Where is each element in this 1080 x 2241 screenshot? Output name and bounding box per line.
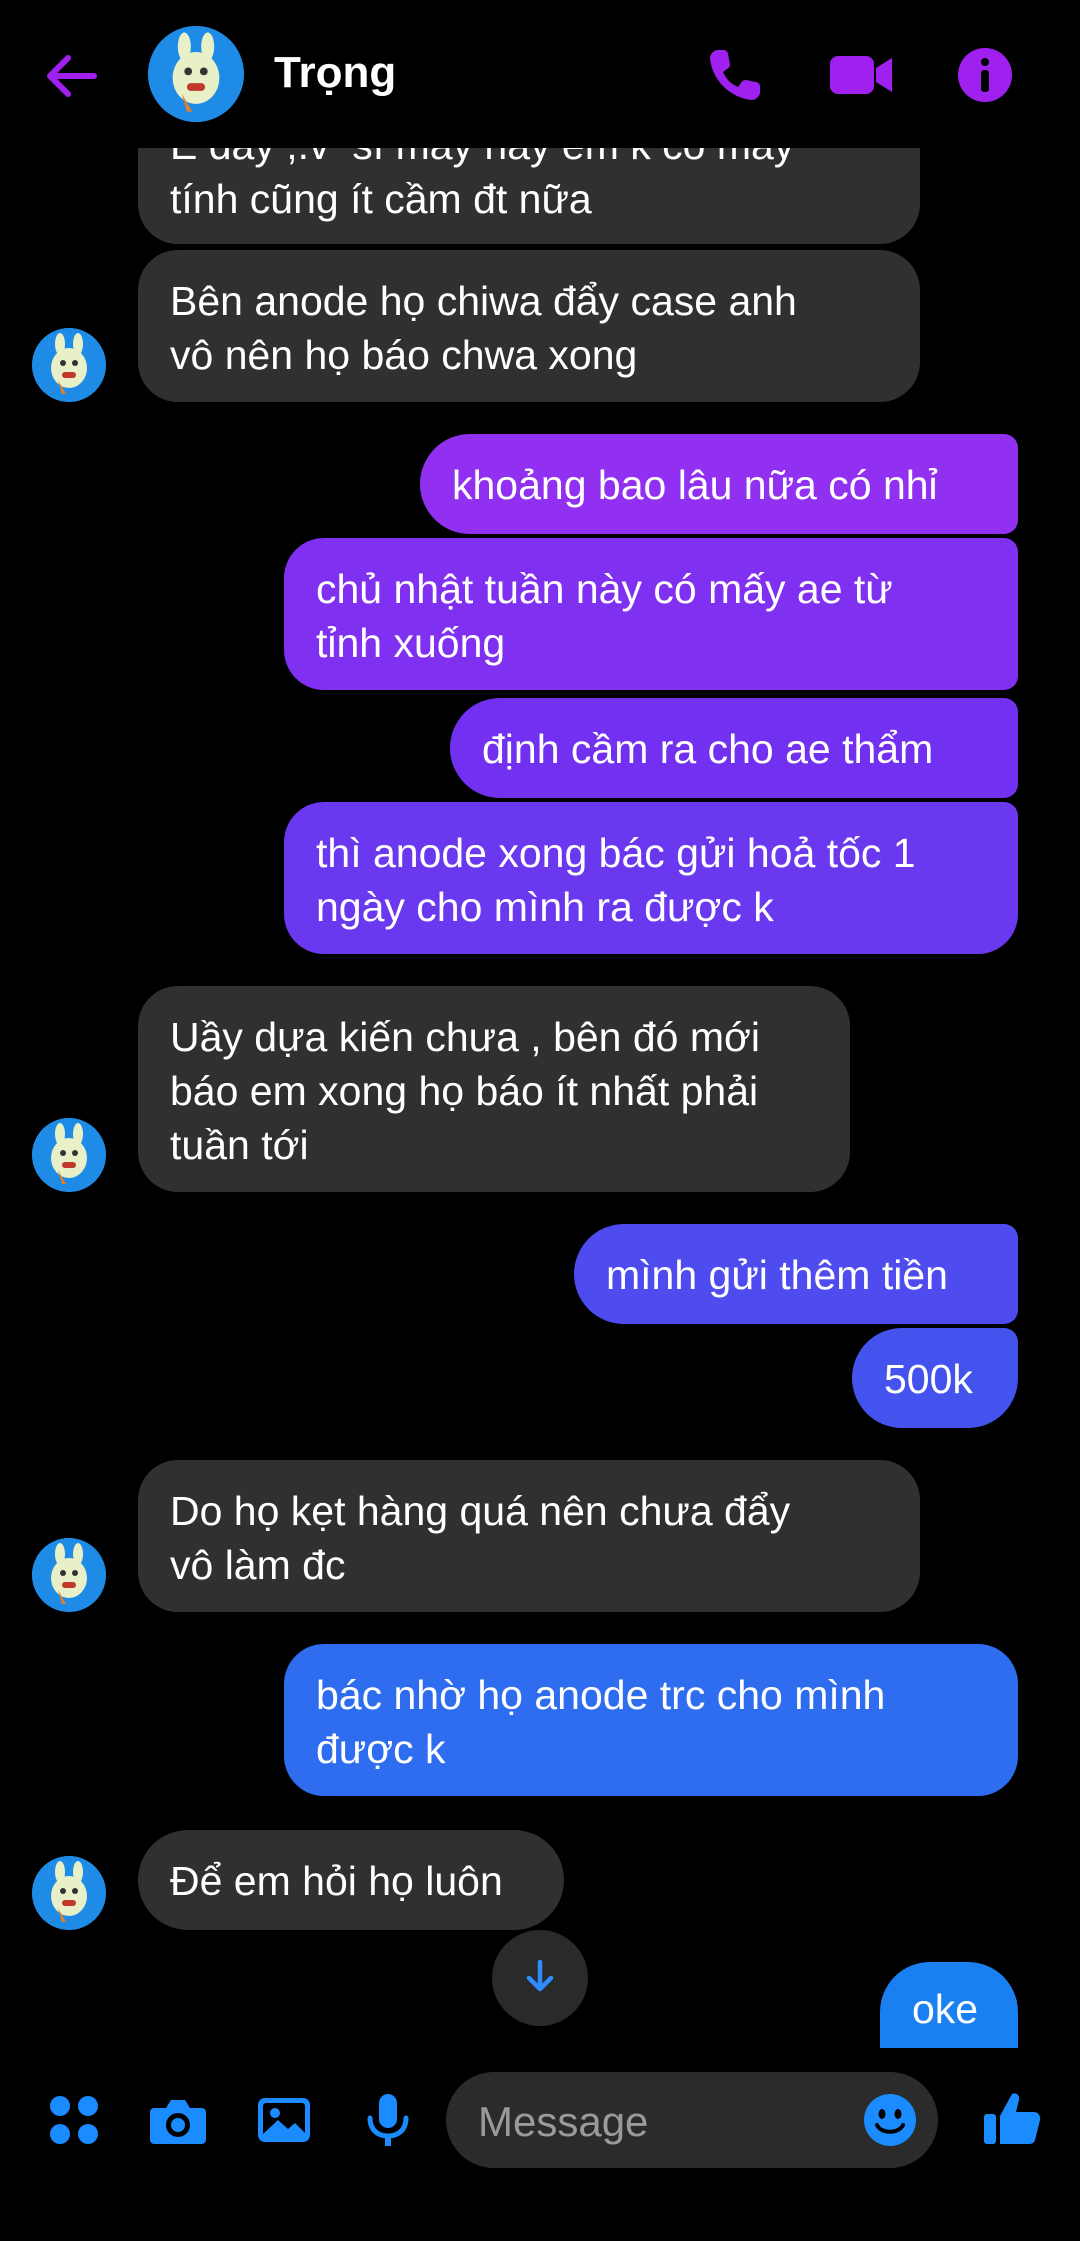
message-incoming[interactable]: Bên anode họ chiwa đẩy case anh vô nên h… xyxy=(138,250,920,402)
contact-avatar[interactable] xyxy=(32,1118,106,1192)
contact-avatar[interactable] xyxy=(32,1856,106,1930)
gallery-button[interactable] xyxy=(252,2088,316,2152)
emoji-button[interactable] xyxy=(862,2092,918,2148)
message-outgoing[interactable]: khoảng bao lâu nữa có nhỉ xyxy=(420,434,1018,534)
arrow-down-icon xyxy=(520,1956,560,2001)
message-list[interactable]: E đây ;.v sĩ máy này em k có máy tính cũ… xyxy=(0,0,1080,2060)
message-outgoing[interactable]: oke xyxy=(880,1962,1018,2048)
video-call-button[interactable] xyxy=(826,40,896,110)
conversation-header: Trọng xyxy=(0,0,1080,148)
arrow-left-icon xyxy=(40,55,104,112)
like-button[interactable] xyxy=(980,2086,1044,2150)
message-outgoing[interactable]: mình gửi thêm tiền xyxy=(574,1224,1018,1324)
image-icon xyxy=(252,2098,316,2156)
message-outgoing[interactable]: 500k xyxy=(852,1328,1018,1428)
message-outgoing[interactable]: chủ nhật tuần này có mấy ae từ tỉnh xuốn… xyxy=(284,538,1018,690)
contact-avatar[interactable] xyxy=(32,1538,106,1612)
message-outgoing[interactable]: thì anode xong bác gửi hoả tốc 1 ngày ch… xyxy=(284,802,1018,954)
message-placeholder: Message xyxy=(478,2098,649,2145)
phone-icon xyxy=(700,50,770,114)
thumbs-up-icon xyxy=(980,2093,1044,2154)
contact-name[interactable]: Trọng xyxy=(274,48,396,98)
voice-call-button[interactable] xyxy=(700,40,770,110)
camera-icon xyxy=(146,2100,210,2156)
camera-button[interactable] xyxy=(146,2088,210,2152)
voice-message-button[interactable] xyxy=(356,2088,420,2152)
info-icon xyxy=(950,48,1020,114)
microphone-icon xyxy=(356,2094,420,2156)
message-incoming[interactable]: Để em hỏi họ luôn xyxy=(138,1830,564,1930)
back-button[interactable] xyxy=(40,44,104,108)
message-input[interactable]: Message xyxy=(446,2072,938,2168)
info-button[interactable] xyxy=(950,40,1020,110)
video-camera-icon xyxy=(826,56,896,114)
message-outgoing[interactable]: định cầm ra cho ae thẩm xyxy=(450,698,1018,798)
emoji-icon xyxy=(862,2094,918,2152)
apps-button[interactable] xyxy=(42,2088,106,2152)
message-incoming[interactable]: Uầy dựa kiến chưa , bên đó mới báo em xo… xyxy=(138,986,850,1192)
contact-avatar[interactable] xyxy=(148,26,244,122)
message-outgoing[interactable]: bác nhờ họ anode trc cho mình được k xyxy=(284,1644,1018,1796)
scroll-to-bottom-button[interactable] xyxy=(492,1930,588,2026)
message-incoming[interactable]: Do họ kẹt hàng quá nên chưa đẩy vô làm đ… xyxy=(138,1460,920,1612)
apps-icon xyxy=(42,2096,106,2156)
contact-avatar[interactable] xyxy=(32,328,106,402)
